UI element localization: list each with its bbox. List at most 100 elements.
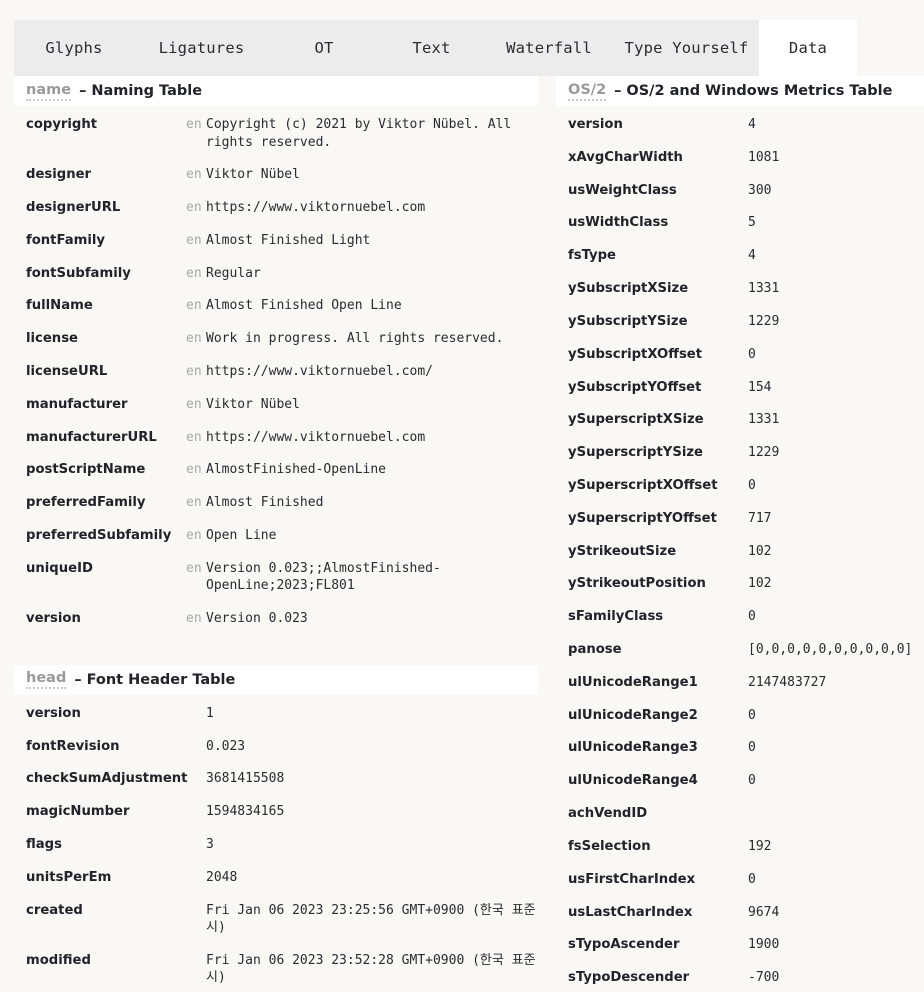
row-key: panose [568,642,622,657]
row-key: manufacturerURL [26,429,157,445]
table-tag[interactable]: OS/2 [568,82,607,101]
row-key: usLastCharIndex [568,904,693,920]
key-value-table: copyright en Copyright (c) 2021 by Viktor … [14,116,538,643]
row-language [728,149,748,182]
row-key: version [26,705,81,721]
table-row: usFirstCharIndex 0 [556,871,924,904]
row-key: xAvgCharWidth [568,149,683,165]
row-language: en [186,396,202,412]
row-language [728,313,748,346]
table-row: fsSelection 192 [556,838,924,871]
row-value: 1 [206,705,214,721]
row-language [728,477,748,510]
row-key: version [568,117,623,132]
row-language [728,674,748,707]
row-value: 1229 [748,445,780,461]
row-value: 102 [748,543,772,559]
table-tag[interactable]: head [26,670,67,690]
table-row: version 4 [556,116,924,149]
tab-text[interactable]: Text [379,20,484,76]
row-value: 9674 [748,904,780,920]
row-key: yStrikeoutSize [568,543,677,559]
row-value: https://www.viktornuebel.com [206,199,426,215]
table-row: created Fri Jan 06 2023 23:25:56 GMT+0900… [14,902,538,952]
row-language [728,608,748,641]
tab-waterfall[interactable]: Waterfall [484,20,614,76]
row-language: en [186,117,202,132]
row-language [728,379,748,412]
row-language: en [186,495,202,511]
table-row: sTypoAscender 1900 [556,936,924,969]
row-value: 4 [748,248,756,264]
row-key: ulUnicodeRange4 [568,773,698,789]
section-os-2: OS/2– OS/2 and Windows Metrics Table versi… [556,76,924,992]
table-row: yStrikeoutPosition 102 [556,575,924,608]
table-row: ySuperscriptYOffset 717 [556,510,924,543]
tab-typeyourself[interactable]: Type Yourself [614,20,759,76]
row-language [728,575,748,608]
section-header: OS/2– OS/2 and Windows Metrics Table [556,76,924,106]
row-key: ySuperscriptYOffset [568,510,717,526]
row-language [186,869,206,902]
table-row: preferredFamily en Almost Finished [14,494,538,527]
row-value: 1900 [748,937,780,953]
row-value: Version 0.023;;AlmostFinished-OpenLine;2… [206,560,441,594]
row-language [728,346,748,379]
row-key: ulUnicodeRange2 [568,707,698,723]
table-row: ySuperscriptYSize 1229 [556,444,924,477]
row-language [728,411,748,444]
table-row: ulUnicodeRange1 2147483727 [556,674,924,707]
row-key: fontSubfamily [26,265,131,281]
row-value: Work in progress. All rights reserved. [206,331,504,347]
row-key: unitsPerEm [26,869,112,885]
row-language [728,805,748,838]
table-tag[interactable]: name [26,82,72,101]
row-language: en [186,265,202,281]
table-row: checkSumAdjustment 3681415508 [14,770,538,803]
row-key: license [26,331,78,347]
table-row: sFamilyClass 0 [556,608,924,641]
tab-data[interactable]: Data [759,20,857,76]
row-value: 717 [748,510,772,526]
row-language [186,836,206,869]
row-key: uniqueID [26,560,93,576]
tab-ot[interactable]: OT [269,20,379,76]
row-value: Fri Jan 06 2023 23:25:56 GMT+0900 (한국 표준… [206,902,536,936]
row-key: created [26,902,83,918]
table-row: yStrikeoutSize 102 [556,543,924,576]
row-value: Version 0.023 [206,610,308,626]
row-value: 2147483727 [748,674,827,690]
table-row: copyright en Copyright (c) 2021 by Viktor … [14,116,538,166]
table-row: fontRevision 0.023 [14,738,538,771]
tab-ligatures[interactable]: Ligatures [134,20,269,76]
table-row: ySuperscriptXSize 1331 [556,411,924,444]
row-value: 5 [748,215,756,231]
row-language [186,952,206,992]
row-key: fontFamily [26,232,106,248]
row-value: 4 [748,117,756,132]
table-row: usLastCharIndex 9674 [556,904,924,937]
row-value: 0 [748,773,756,789]
row-language [728,871,748,904]
tab-glyphs[interactable]: Glyphs [14,20,134,76]
row-key: fsSelection [568,838,651,854]
row-language: en [186,560,202,576]
row-key: fontRevision [26,738,120,754]
row-key: yStrikeoutPosition [568,576,706,592]
row-key: designerURL [26,199,121,215]
row-key: usWidthClass [568,215,669,231]
row-language [186,705,206,738]
row-key: modified [26,952,91,968]
row-language [728,739,748,772]
table-row: fontSubfamily en Regular [14,265,538,298]
row-language [728,247,748,280]
row-key: postScriptName [26,462,146,478]
row-value: 154 [748,379,772,395]
row-key: designer [26,167,92,183]
row-key: manufacturer [26,396,128,412]
left-column: name – Naming Table copyright en Copyright (c… [14,76,538,992]
table-row: panose [0,0,0,0,0,0,0,0,0,0] [556,641,924,674]
row-language [728,116,748,149]
row-key: sTypoAscender [568,937,680,953]
row-language [728,280,748,313]
